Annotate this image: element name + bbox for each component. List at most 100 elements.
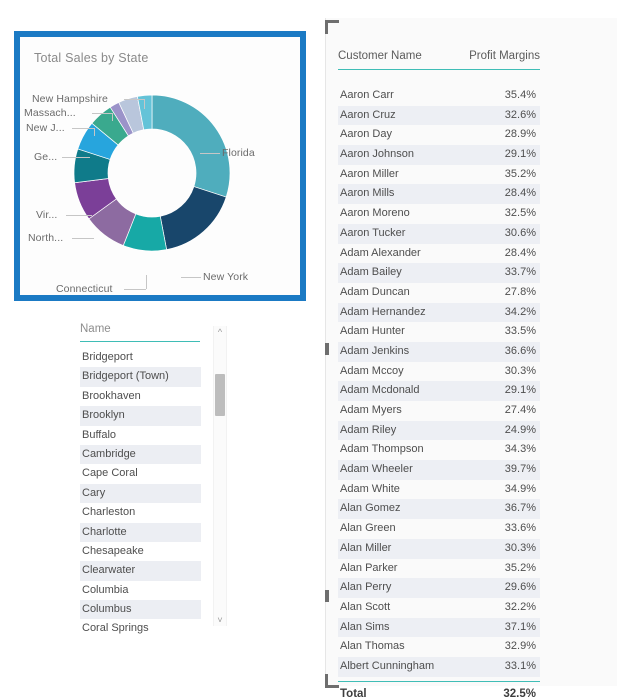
table-row[interactable]: Adam Mcdonald 29.1% — [338, 381, 540, 401]
table-row[interactable]: Adam Thompson 34.3% — [338, 440, 540, 460]
table-row[interactable]: Alan Perry 29.6% — [338, 578, 540, 598]
cell-profit-margin: 32.2% — [504, 600, 536, 613]
cell-profit-margin: 36.7% — [504, 502, 536, 515]
slicer-list-item[interactable]: Cape Coral — [80, 464, 201, 483]
profit-margins-table-card[interactable]: Customer Name Profit Margins Aaron Carr 3… — [325, 18, 617, 700]
cell-profit-margin: 37.1% — [504, 620, 536, 633]
cell-customer-name: Aaron Cruz — [340, 108, 396, 121]
slicer-scrollbar[interactable]: ^ ˅ — [213, 326, 227, 626]
donut-label-north-carolina: North... — [28, 232, 64, 244]
cell-profit-margin: 33.1% — [504, 659, 536, 672]
cell-profit-margin: 35.2% — [504, 561, 536, 574]
table-row[interactable]: Alan Sims 37.1% — [338, 617, 540, 638]
table-body[interactable]: Aaron Carr 35.4% Aaron Cruz 32.6% Aaron Day 2… — [338, 86, 540, 677]
donut-label-connecticut: Connecticut — [56, 283, 113, 295]
table-row[interactable]: Aaron Cruz 32.6% — [338, 105, 540, 126]
cell-profit-margin: 35.4% — [504, 89, 536, 101]
resize-handle-left-upper[interactable] — [325, 343, 329, 355]
slicer-list-item[interactable]: Bridgeport — [80, 348, 201, 367]
leader-line-connecticut — [124, 289, 146, 290]
table-row[interactable]: Adam Hunter 33.5% — [338, 322, 540, 342]
donut-label-massachusetts: Massach... — [24, 107, 76, 119]
slicer-list-item[interactable]: Chesapeake — [80, 542, 201, 561]
donut-slices[interactable] — [73, 94, 231, 252]
cell-profit-margin: 27.4% — [504, 404, 536, 416]
table-row[interactable]: Alan Green 33.6% — [338, 519, 540, 539]
donut-slice-new-york[interactable] — [159, 186, 227, 251]
table-row[interactable]: Adam Myers 27.4% — [338, 401, 540, 421]
table-row[interactable]: Alan Miller 30.3% — [338, 538, 540, 559]
donut-chart[interactable]: Florida New York Connecticut North... Vi… — [20, 37, 300, 295]
cell-customer-name: Adam Jenkins — [340, 344, 410, 357]
leader-line-massachusetts — [92, 113, 112, 114]
slicer-list-item[interactable]: Charlotte — [80, 522, 201, 542]
cell-profit-margin: 28.4% — [504, 246, 536, 259]
cell-customer-name: Adam Mcdonald — [340, 384, 420, 397]
table-row[interactable]: Aaron Day 28.9% — [338, 125, 540, 145]
name-slicer[interactable]: Name Bridgeport Bridgeport (Town) Brookhav… — [72, 318, 234, 644]
cell-profit-margin: 30.6% — [504, 226, 536, 239]
table-row[interactable]: Aaron Carr 35.4% — [338, 86, 540, 106]
slicer-list-item[interactable]: Coral Springs — [80, 619, 201, 638]
table-row[interactable]: Adam Alexander 28.4% — [338, 244, 540, 264]
table-row[interactable]: Alan Parker 35.2% — [338, 559, 540, 579]
cell-profit-margin: 36.6% — [504, 344, 536, 357]
resize-handle-left-lower[interactable] — [325, 590, 329, 602]
table-row[interactable]: Adam Mccoy 30.3% — [338, 362, 540, 382]
slicer-list-item[interactable]: Brookhaven — [80, 387, 201, 406]
slicer-scrollbar-thumb[interactable] — [215, 374, 225, 416]
resize-handle-bottom-left[interactable] — [325, 674, 339, 688]
slicer-list-item[interactable]: Columbia — [80, 581, 201, 600]
column-header-customer-name[interactable]: Customer Name — [338, 50, 422, 62]
slicer-item-list[interactable]: Bridgeport Bridgeport (Town) Brookhaven Bro… — [80, 348, 201, 639]
cell-profit-margin: 29.6% — [504, 581, 536, 594]
table-row[interactable]: Alan Thomas 32.9% — [338, 637, 540, 657]
slicer-list-item[interactable]: Cary — [80, 483, 201, 504]
table-row[interactable]: Aaron Miller 35.2% — [338, 165, 540, 185]
cell-profit-margin: 24.9% — [504, 423, 536, 436]
table-row[interactable]: Adam White 34.9% — [338, 480, 540, 500]
column-header-profit-margins[interactable]: Profit Margins — [469, 50, 540, 62]
cell-customer-name: Alan Perry — [340, 581, 392, 594]
table-row[interactable]: Aaron Moreno 32.5% — [338, 204, 540, 224]
cell-profit-margin: 39.7% — [504, 463, 536, 476]
slicer-list-item[interactable]: Columbus — [80, 600, 201, 620]
cell-profit-margin: 34.3% — [504, 443, 536, 456]
table-row[interactable]: Alan Gomez 36.7% — [338, 499, 540, 520]
donut-label-new-york: New York — [203, 271, 249, 283]
donut-slice-florida[interactable] — [151, 94, 231, 198]
table-row[interactable]: Albert Cunningham 33.1% — [338, 656, 540, 677]
slicer-list-item[interactable]: Buffalo — [80, 426, 201, 445]
table-total-row: Total 32.5% — [338, 681, 540, 700]
table-row[interactable]: Adam Wheeler 39.7% — [338, 460, 540, 480]
slicer-list-item[interactable]: Charleston — [80, 503, 201, 522]
total-sales-by-state-chart-card[interactable]: Total Sales by State Florida New York Co… — [14, 31, 306, 301]
slicer-list-item[interactable]: Clearwater — [80, 561, 201, 581]
table-row[interactable]: Adam Riley 24.9% — [338, 420, 540, 441]
table-row[interactable]: Aaron Mills 28.4% — [338, 184, 540, 205]
slicer-list-item[interactable]: Brooklyn — [80, 406, 201, 426]
table-row[interactable]: Aaron Tucker 30.6% — [338, 223, 540, 244]
cell-customer-name: Aaron Johnson — [340, 148, 414, 161]
resize-handle-top-left[interactable] — [325, 20, 339, 34]
table-row[interactable]: Adam Jenkins 36.6% — [338, 341, 540, 362]
table-row[interactable]: Adam Hernandez 34.2% — [338, 302, 540, 323]
table-row[interactable]: Adam Duncan 27.8% — [338, 283, 540, 303]
slicer-list-item[interactable]: Cambridge — [80, 444, 201, 465]
table-row[interactable]: Alan Scott 32.2% — [338, 598, 540, 618]
cell-profit-margin: 33.7% — [504, 266, 536, 279]
chevron-up-icon[interactable]: ^ — [214, 326, 226, 338]
cell-customer-name: Adam Hernandez — [340, 305, 426, 318]
donut-svg[interactable] — [20, 37, 300, 295]
cell-profit-margin: 35.2% — [504, 167, 536, 180]
donut-label-new-jersey: New J... — [26, 122, 65, 134]
cell-customer-name: Alan Gomez — [340, 502, 401, 515]
donut-label-virginia: Vir... — [36, 209, 58, 221]
table-row[interactable]: Aaron Johnson 29.1% — [338, 145, 540, 165]
chevron-down-icon[interactable]: ˅ — [214, 614, 226, 626]
cell-customer-name: Adam Hunter — [340, 325, 405, 338]
cell-profit-margin: 30.3% — [504, 364, 536, 377]
table-row[interactable]: Adam Bailey 33.7% — [338, 263, 540, 283]
slicer-list-item[interactable]: Bridgeport (Town) — [80, 367, 201, 387]
cell-customer-name: Aaron Carr — [340, 89, 394, 101]
